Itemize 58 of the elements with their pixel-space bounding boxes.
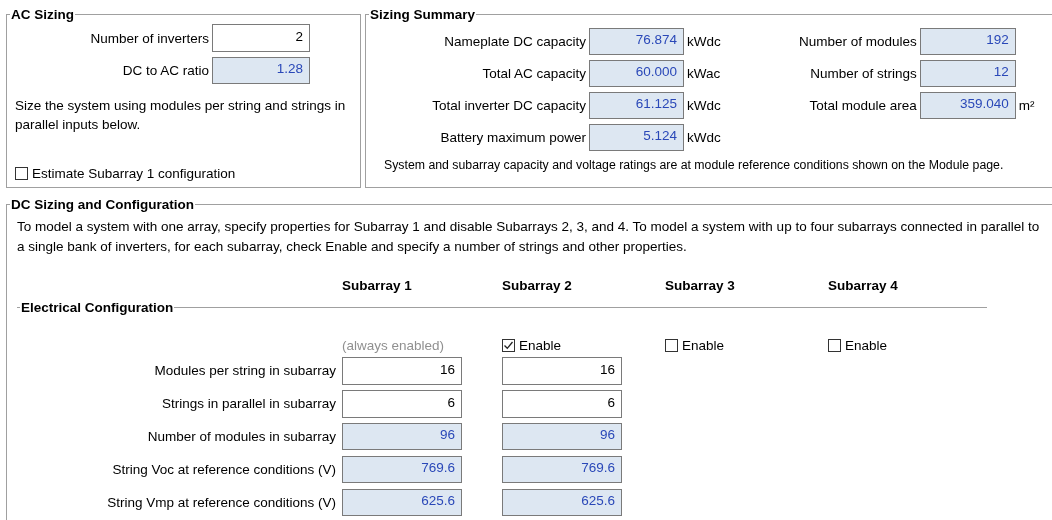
readonly-field: 96 bbox=[342, 423, 462, 450]
input-field[interactable]: 16 bbox=[502, 357, 622, 385]
checkbox[interactable] bbox=[502, 338, 515, 352]
readonly-field: 625.6 bbox=[502, 489, 622, 516]
field-label: Total inverter DC capacity bbox=[431, 97, 587, 113]
unit-label: kWdc bbox=[686, 97, 721, 113]
panel-title: DC Sizing and Configuration bbox=[10, 197, 195, 212]
readonly-field: 96 bbox=[502, 423, 622, 450]
section-title: Electrical Configuration bbox=[20, 300, 175, 315]
unit-label: m² bbox=[1017, 97, 1035, 113]
field-label: Number of modules in subarray bbox=[146, 428, 337, 444]
checkbox[interactable] bbox=[15, 167, 28, 180]
checkbox-label: Estimate Subarray 1 configuration bbox=[32, 166, 236, 181]
panel-title: Sizing Summary bbox=[369, 7, 477, 22]
panel-title: AC Sizing bbox=[10, 7, 75, 22]
field-label: Number of modules bbox=[797, 33, 918, 49]
readonly-field: 5.124 bbox=[589, 123, 684, 151]
readonly-field: 60.000 bbox=[589, 59, 684, 87]
column-header: Subarray 1 bbox=[342, 278, 412, 293]
field-label: Strings in parallel in subarray bbox=[160, 395, 337, 411]
readonly-field: 12 bbox=[919, 59, 1016, 87]
input-field[interactable]: 16 bbox=[342, 357, 462, 385]
readonly-field: 769.6 bbox=[342, 456, 462, 483]
input-field[interactable]: 6 bbox=[342, 390, 462, 418]
checkbox[interactable] bbox=[665, 338, 678, 352]
unit-label: kWdc bbox=[686, 129, 721, 145]
field-label: Modules per string in subarray bbox=[153, 362, 337, 378]
readonly-field: 625.6 bbox=[342, 489, 462, 516]
column-header: Subarray 3 bbox=[665, 278, 735, 293]
status-text: (always enabled) bbox=[342, 337, 445, 353]
field-label: Number of strings bbox=[809, 65, 918, 81]
instruction-text: Size the system using modules per string and strings in parallel inputs below. bbox=[15, 97, 347, 134]
field-label: Nameplate DC capacity bbox=[443, 33, 587, 49]
field-label: Total AC capacity bbox=[481, 65, 587, 81]
column-header: Subarray 2 bbox=[502, 278, 572, 293]
input-field[interactable]: 2 bbox=[212, 24, 310, 52]
readonly-field: 769.6 bbox=[502, 456, 622, 483]
unit-label: kWac bbox=[686, 65, 721, 81]
note-text: System and subarray capacity and voltage ratings are at module reference conditions shown on the Module page. bbox=[384, 158, 1005, 172]
checkbox-label: Enable bbox=[682, 337, 725, 353]
field-label: Total module area bbox=[808, 97, 918, 113]
readonly-field: 61.125 bbox=[589, 91, 684, 119]
unit-label: kWdc bbox=[686, 33, 721, 49]
input-field[interactable]: 6 bbox=[502, 390, 622, 418]
readonly-field: 192 bbox=[919, 27, 1016, 55]
checkbox[interactable] bbox=[828, 338, 841, 352]
description-text: To model a system with one array, specify properties for Subarray 1 and disable Subarrays 2, 3, and 4. To model a system with up to four subarrays connected in parallel to a single bank of inverters, for each subarray, check Enable and specify a number of strings and other properties. bbox=[17, 218, 1041, 256]
readonly-field: 76.874 bbox=[589, 27, 684, 55]
field-label: String Vmp at reference conditions (V) bbox=[106, 494, 337, 510]
field-label: Battery maximum power bbox=[439, 129, 587, 145]
field-label: DC to AC ratio bbox=[121, 62, 210, 78]
field-label: String Voc at reference conditions (V) bbox=[111, 461, 337, 477]
column-header: Subarray 4 bbox=[828, 278, 898, 293]
readonly-field: 359.040 bbox=[919, 91, 1016, 119]
checkbox-label: Enable bbox=[845, 337, 888, 353]
readonly-field: 1.28 bbox=[212, 56, 310, 84]
checkbox-label: Enable bbox=[519, 337, 562, 353]
field-label: Number of inverters bbox=[89, 30, 210, 46]
